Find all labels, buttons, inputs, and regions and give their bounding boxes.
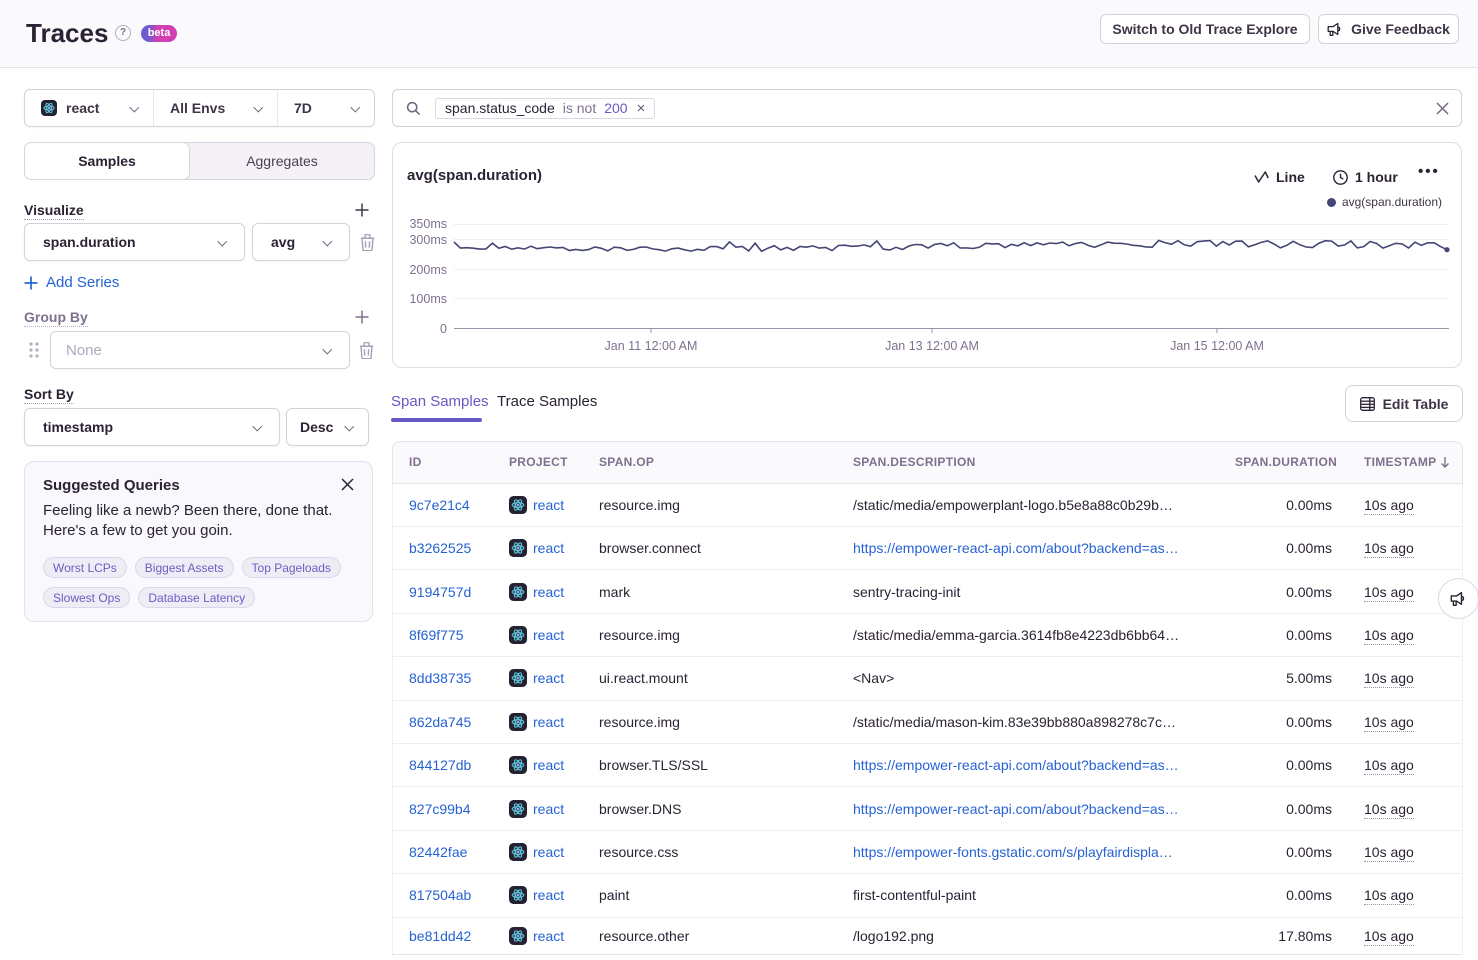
svg-text:0: 0 xyxy=(440,322,447,336)
svg-text:Jan 13 12:00 AM: Jan 13 12:00 AM xyxy=(885,339,979,353)
svg-text:300ms: 300ms xyxy=(409,233,447,247)
svg-text:100ms: 100ms xyxy=(409,292,447,306)
svg-text:200ms: 200ms xyxy=(409,263,447,277)
svg-text:Jan 15 12:00 AM: Jan 15 12:00 AM xyxy=(1170,339,1264,353)
svg-text:Jan 11 12:00 AM: Jan 11 12:00 AM xyxy=(605,339,698,353)
svg-text:350ms: 350ms xyxy=(409,217,447,231)
